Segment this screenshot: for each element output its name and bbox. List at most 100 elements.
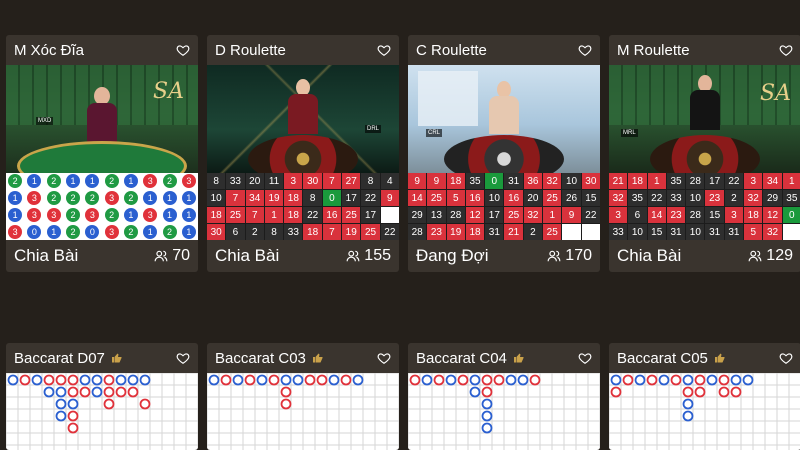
bead-result: 3	[141, 173, 160, 189]
heart-icon[interactable]	[578, 43, 592, 57]
bead-result: 3	[141, 207, 160, 223]
results-grid: 8 33 20 11 3 30 7 27 8 4 10 7 34 19 18 8 0 17 22 9 18 25 7 1 18 2…	[207, 173, 399, 240]
table-card-m-roulette[interactable]: M Roulette SA MRL 21 18 1 35 28 17 22 3 34 1 32 35 2…	[609, 35, 800, 272]
roulette-result: 8	[361, 173, 380, 189]
roulette-result: 19	[446, 224, 465, 240]
table-card-d-roulette[interactable]: D Roulette DRL 8 33 20 11 3 30 7 27 8 4 10 7 34 19 18 8…	[207, 35, 399, 272]
live-video-feed[interactable]: CRL	[408, 65, 600, 173]
roulette-result: 1	[647, 173, 666, 189]
users-icon	[154, 250, 168, 262]
result-dot: 2	[85, 191, 100, 205]
roulette-result: 15	[705, 207, 724, 223]
roulette-result: 22	[303, 207, 322, 223]
roulette-wheel	[444, 135, 564, 173]
heart-icon[interactable]	[578, 351, 592, 365]
road-mark	[292, 374, 304, 386]
road-mark	[280, 398, 292, 410]
roulette-result: 22	[647, 190, 666, 206]
player-count-value: 70	[172, 247, 190, 264]
road-mark	[67, 374, 79, 386]
roulette-result: 9	[408, 173, 427, 189]
roulette-wheel	[650, 135, 760, 173]
roulette-result: 9	[380, 190, 399, 206]
result-dot: 1	[143, 225, 158, 239]
road-mark	[529, 374, 541, 386]
road-mark	[718, 374, 730, 386]
roulette-result: 3	[609, 207, 628, 223]
game-status: Chia Bài	[617, 246, 682, 265]
roulette-result	[380, 207, 399, 223]
users-icon	[346, 250, 360, 262]
bead-result: 1	[25, 173, 44, 189]
game-status: Chia Bài	[14, 246, 79, 265]
result-dot: 1	[162, 191, 177, 205]
result-dot: 3	[27, 191, 42, 205]
table-title: Baccarat C04	[416, 350, 578, 367]
card-header: D Roulette	[207, 35, 399, 65]
roulette-result: 22	[361, 190, 380, 206]
player-count: 170	[547, 247, 592, 265]
baccarat-card-c03[interactable]: Baccarat C03	[207, 343, 399, 450]
users-icon	[748, 250, 762, 262]
roulette-result: 14	[408, 190, 427, 206]
live-video-feed[interactable]: SA MRL	[609, 65, 800, 173]
heart-icon[interactable]	[377, 351, 391, 365]
heart-icon[interactable]	[176, 43, 190, 57]
casino-logo: SA	[760, 81, 791, 106]
roulette-result: 11	[264, 173, 284, 189]
baccarat-card-c05[interactable]: Baccarat C05	[609, 343, 800, 450]
road-mark	[115, 386, 127, 398]
bead-result: 3	[102, 190, 121, 206]
player-count-value: 129	[766, 247, 793, 264]
road-mark	[481, 410, 493, 422]
road-mark	[55, 398, 67, 410]
road-mark	[19, 374, 31, 386]
bead-result: 3	[6, 224, 25, 240]
table-card-c-roulette[interactable]: C Roulette CRL 9 9 18 35 0 31 36 32 10 30 14 25 5 16 1…	[408, 35, 600, 272]
live-video-feed[interactable]: SA MXD	[6, 65, 198, 173]
roulette-result: 18	[303, 224, 322, 240]
roulette-result: 18	[284, 190, 303, 206]
roulette-result: 10	[628, 224, 647, 240]
roulette-result: 10	[207, 190, 226, 206]
result-dot: 3	[104, 191, 119, 205]
heart-icon[interactable]	[377, 43, 391, 57]
result-dot: 1	[181, 225, 196, 239]
baccarat-card-d07[interactable]: Baccarat D07	[6, 343, 198, 450]
thumbs-up-icon	[111, 353, 122, 363]
roulette-result: 31	[705, 224, 724, 240]
card-header: M Xóc Đĩa	[6, 35, 198, 65]
roulette-result: 27	[342, 173, 361, 189]
roulette-result: 3	[744, 173, 763, 189]
bead-result: 1	[44, 224, 63, 240]
roulette-result: 16	[322, 207, 342, 223]
table-card-m-xoc-dia[interactable]: M Xóc Đĩa SA MXD 21211213231322232111133…	[6, 35, 198, 272]
game-table	[17, 141, 187, 173]
result-dot: 1	[123, 174, 138, 188]
heart-icon[interactable]	[779, 43, 793, 57]
roulette-result: 18	[744, 207, 763, 223]
roulette-result: 21	[609, 173, 628, 189]
heart-icon[interactable]	[176, 351, 190, 365]
road-mark	[433, 374, 445, 386]
game-status: Chia Bài	[215, 246, 280, 265]
road-mark	[139, 374, 151, 386]
roulette-result: 23	[427, 224, 446, 240]
baccarat-card-c04[interactable]: Baccarat C04	[408, 343, 600, 450]
roulette-result: 16	[465, 190, 485, 206]
result-dot: 2	[123, 191, 138, 205]
roulette-result: 12	[763, 207, 782, 223]
road-mark	[103, 386, 115, 398]
bead-result: 2	[44, 173, 63, 189]
dealer-figure	[288, 79, 318, 139]
roulette-result: 8	[207, 173, 226, 189]
result-dot: 3	[27, 208, 42, 222]
bead-result: 1	[83, 173, 102, 189]
live-video-feed[interactable]: DRL	[207, 65, 399, 173]
roulette-result: 10	[562, 173, 581, 189]
bead-result: 1	[141, 224, 160, 240]
roulette-result: 32	[744, 190, 763, 206]
roulette-result: 28	[686, 207, 705, 223]
road-mark	[67, 386, 79, 398]
heart-icon[interactable]	[779, 351, 793, 365]
